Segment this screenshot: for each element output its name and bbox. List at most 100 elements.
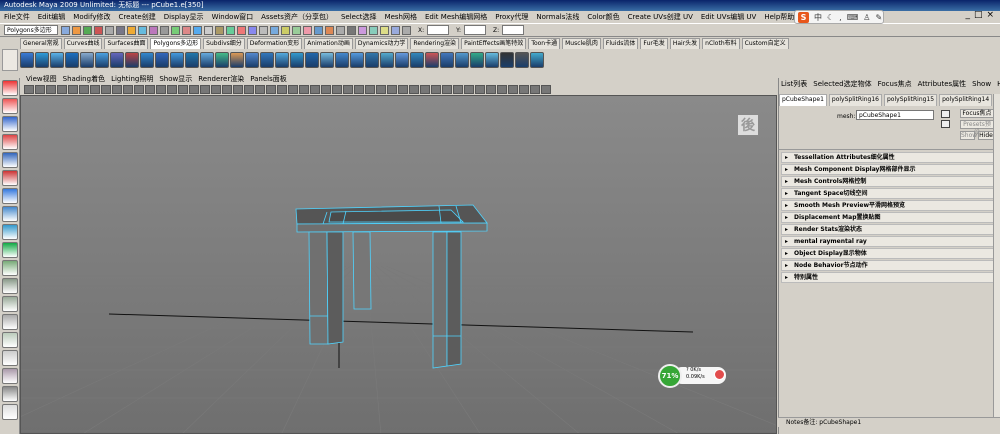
attr-section-header[interactable]: Node Behavior节点动作 [781, 260, 998, 271]
moon-icon[interactable]: ☾ [827, 13, 834, 22]
toolbox-tool-icon[interactable] [2, 116, 18, 132]
shelf-tool-icon[interactable] [215, 52, 229, 68]
attr-section-header[interactable]: Tangent Space切线空间 [781, 188, 998, 199]
panel-tool-icon[interactable] [321, 85, 331, 94]
mesh-name-input[interactable] [856, 110, 934, 120]
panel-menu-item[interactable]: Renderer渲染 [198, 74, 244, 84]
panel-tool-icon[interactable] [200, 85, 210, 94]
wrench-icon[interactable]: ✎ [875, 13, 882, 22]
person-icon[interactable]: ♙ [863, 13, 870, 22]
table-mesh[interactable] [295, 204, 488, 369]
panel-tool-icon[interactable] [233, 85, 243, 94]
attr-section-header[interactable]: Mesh Controls网格控制 [781, 176, 998, 187]
hide-button[interactable]: Hide [978, 131, 994, 140]
attr-section-header[interactable]: Mesh Component Display网格部件显示 [781, 164, 998, 175]
toolbox-tool-icon[interactable] [2, 80, 18, 96]
shelf-tool-icon[interactable] [230, 52, 244, 68]
ime-toolbar[interactable]: S 中 ☾ , ⌨ ♙ ✎ [794, 10, 884, 24]
status-tool-icon[interactable] [83, 25, 92, 35]
shelf-tab[interactable]: Fluids流体 [602, 38, 639, 49]
toolbox-tool-icon[interactable] [2, 98, 18, 114]
toolbox-tool-icon[interactable] [2, 188, 18, 204]
shelf-tool-icon[interactable] [290, 52, 304, 68]
shelf-tool-icon[interactable] [140, 52, 154, 68]
shelf-tool-icon[interactable] [200, 52, 214, 68]
menu-item[interactable]: Window窗口 [212, 12, 254, 22]
panel-tool-icon[interactable] [387, 85, 397, 94]
y-field[interactable] [464, 25, 487, 35]
attr-tab[interactable]: pCubeShape1 [779, 94, 827, 106]
panel-tool-icon[interactable] [508, 85, 518, 94]
status-tool-icon[interactable] [182, 25, 191, 35]
toolbox-tool-icon[interactable] [2, 350, 18, 366]
shelf-tool-icon[interactable] [335, 52, 349, 68]
toolbox-tool-icon[interactable] [2, 368, 18, 384]
menu-item[interactable]: Assets资产（分享包） [261, 12, 333, 22]
panel-tool-icon[interactable] [145, 85, 155, 94]
panel-tool-icon[interactable] [35, 85, 45, 94]
menu-set-dropdown[interactable]: Polygons多边形 [4, 25, 58, 35]
network-speed-widget[interactable]: ? 0K/s 0.09K/s 71% [658, 364, 728, 388]
panel-tool-icon[interactable] [46, 85, 56, 94]
ime-mode-label[interactable]: 中 [814, 12, 822, 23]
toolbox-tool-icon[interactable] [2, 386, 18, 402]
shelf-tool-icon[interactable] [455, 52, 469, 68]
shelf-tool-icon[interactable] [110, 52, 124, 68]
menu-item[interactable]: Edit UVs编辑 UV [701, 12, 756, 22]
menu-item[interactable]: Select选择 [341, 12, 377, 22]
attr-tab[interactable]: polySplitRing14 [939, 94, 993, 106]
shelf-tool-icon[interactable] [80, 52, 94, 68]
menu-item[interactable]: Edit Mesh编辑网格 [425, 12, 487, 22]
shelf-tab[interactable]: nCloth布料 [702, 38, 740, 49]
panel-tool-icon[interactable] [530, 85, 540, 94]
shelf-tab[interactable]: General常规 [20, 38, 62, 49]
menu-item[interactable]: Mesh网格 [385, 12, 417, 22]
panel-tool-icon[interactable] [420, 85, 430, 94]
perspective-viewport[interactable]: 後 ? 0K/s 0.09K/s 71% [20, 95, 777, 434]
show-button[interactable]: Show [960, 131, 977, 140]
shelf-tab[interactable]: Custom自定义 [741, 38, 789, 49]
toolbox-tool-icon[interactable] [2, 152, 18, 168]
attr-section-header[interactable]: Object Display显示物体 [781, 248, 998, 259]
menu-item[interactable]: Edit编辑 [38, 12, 66, 22]
shelf-tool-icon[interactable] [125, 52, 139, 68]
toolbox-tool-icon[interactable] [2, 332, 18, 348]
panel-menu-item[interactable]: Shading着色 [63, 74, 105, 84]
output-connections-icon[interactable] [941, 120, 950, 128]
status-tool-icon[interactable] [303, 25, 312, 35]
status-tool-icon[interactable] [116, 25, 125, 35]
panel-tool-icon[interactable] [57, 85, 67, 94]
menu-item[interactable]: Modify修改 [73, 12, 110, 22]
attr-section-header[interactable]: Smooth Mesh Preview平滑网格预览 [781, 200, 998, 211]
attr-menu-item[interactable]: Show [972, 80, 991, 88]
shelf-tab[interactable]: Muscle肌肉 [562, 38, 601, 49]
status-tool-icon[interactable] [391, 25, 400, 35]
panel-tool-icon[interactable] [431, 85, 441, 94]
panel-tool-icon[interactable] [442, 85, 452, 94]
shelf-tool-icon[interactable] [350, 52, 364, 68]
shelf-tool-icon[interactable] [440, 52, 454, 68]
status-tool-icon[interactable] [380, 25, 389, 35]
panel-tool-icon[interactable] [79, 85, 89, 94]
focus-button[interactable]: Focus焦点 [960, 109, 994, 118]
status-tool-icon[interactable] [325, 25, 334, 35]
shelf-tab[interactable]: Deformation变形 [246, 38, 303, 49]
panel-tool-icon[interactable] [343, 85, 353, 94]
input-connections-icon[interactable] [941, 110, 950, 118]
panel-tool-icon[interactable] [123, 85, 133, 94]
status-tool-icon[interactable] [72, 25, 81, 35]
shelf-tool-icon[interactable] [410, 52, 424, 68]
panel-tool-icon[interactable] [277, 85, 287, 94]
shelf-tab[interactable]: Hair头发 [669, 38, 701, 49]
shelf-tool-icon[interactable] [380, 52, 394, 68]
status-tool-icon[interactable] [336, 25, 345, 35]
shelf-tool-icon[interactable] [425, 52, 439, 68]
attr-section-header[interactable]: Tessellation Attributes细化属性 [781, 152, 998, 163]
menu-item[interactable]: Help帮助 [764, 12, 794, 22]
panel-tool-icon[interactable] [211, 85, 221, 94]
shelf-tool-icon[interactable] [305, 52, 319, 68]
shelf-menu-button[interactable] [2, 49, 18, 71]
shelf-tab[interactable]: Curves曲线 [63, 38, 103, 49]
shelf-tool-icon[interactable] [275, 52, 289, 68]
panel-tool-icon[interactable] [519, 85, 529, 94]
